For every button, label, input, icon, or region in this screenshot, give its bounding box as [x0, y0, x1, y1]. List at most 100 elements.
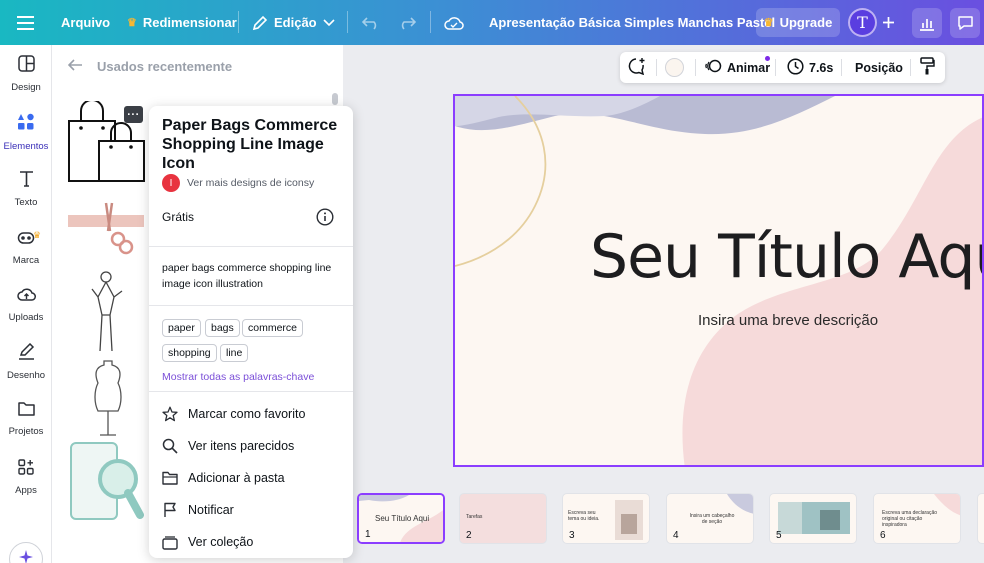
keyword-tag[interactable]: line	[220, 344, 249, 362]
page-thumbnail-1[interactable]: Seu Título Aqui 1	[357, 493, 445, 544]
nav-item-design[interactable]: Design	[0, 48, 52, 100]
layout-icon	[17, 55, 35, 77]
nav-item-brand[interactable]: Marca	[0, 221, 52, 273]
page-thumbnail-5[interactable]: 5	[769, 493, 857, 544]
view-collection-menu-item[interactable]: Ver coleção	[162, 531, 253, 553]
favorite-menu-item[interactable]: Marcar como favorito	[162, 403, 305, 425]
position-label: Posição	[855, 60, 903, 75]
panel-header-label: Usados recentemente	[97, 59, 233, 74]
sparkle-icon	[18, 549, 34, 563]
pencil-icon	[252, 15, 268, 31]
nav-label: Design	[11, 82, 41, 93]
plus-icon	[882, 16, 895, 29]
slide-canvas[interactable]: Seu Título Aqui Insira uma breve descriç…	[453, 94, 984, 467]
author-avatar: I	[162, 174, 180, 192]
edit-mode-button[interactable]: Edição	[252, 0, 335, 45]
position-button[interactable]: Posição	[855, 52, 903, 83]
similar-items-menu-item[interactable]: Ver itens parecidos	[162, 435, 294, 457]
element-info-popup: Paper Bags Commerce Shopping Line Image …	[149, 106, 353, 558]
mannequin-thumbnail[interactable]	[88, 359, 128, 437]
edit-mode-label: Edição	[274, 15, 317, 30]
folder-icon	[162, 470, 178, 486]
new-feature-dot	[765, 56, 770, 61]
chevron-down-icon	[323, 18, 335, 27]
magic-button[interactable]	[9, 542, 43, 563]
page-thumbnail-7[interactable]	[977, 493, 984, 544]
thumb-title: Seu Título Aqui	[375, 514, 430, 523]
comment-add-button[interactable]	[627, 52, 646, 83]
keyword-tag[interactable]: paper	[162, 319, 201, 337]
page-number: 3	[569, 530, 575, 541]
nav-item-text[interactable]: Texto	[0, 163, 52, 215]
collection-icon	[162, 534, 178, 550]
bar-chart-icon	[919, 16, 935, 31]
page-number: 1	[365, 529, 371, 540]
page-thumbnail-2[interactable]: Tarefas 2	[459, 493, 547, 544]
page-number: 4	[673, 530, 679, 541]
comment-add-icon	[627, 57, 646, 78]
upgrade-button[interactable]: ♛ Upgrade	[756, 8, 840, 37]
page-number: 2	[466, 530, 472, 541]
favorite-label: Marcar como favorito	[188, 407, 306, 421]
resize-button[interactable]: ♛ Redimensionar	[127, 0, 237, 45]
page-thumbnail-3[interactable]: Escreva seu tema ou ideia. 3	[562, 493, 650, 544]
nav-item-draw[interactable]: Desenho	[0, 336, 52, 388]
upload-icon	[16, 286, 36, 307]
slide-subtitle[interactable]: Insira uma breve descrição	[698, 312, 878, 329]
file-menu-button[interactable]: Arquivo	[61, 0, 110, 45]
back-arrow-icon[interactable]	[67, 59, 83, 74]
show-all-keywords-link[interactable]: Mostrar todas as palavras-chave	[162, 371, 314, 383]
nav-item-elements[interactable]: Elementos	[0, 106, 52, 158]
author-link[interactable]: I Ver mais designs de iconsy	[162, 174, 314, 192]
element-title: Paper Bags Commerce Shopping Line Image …	[162, 117, 338, 172]
animate-button[interactable]: Animar	[705, 52, 770, 83]
keyword-tag[interactable]: shopping	[162, 344, 217, 362]
page-thumbnail-6[interactable]: Escreva uma declaração original ou citaç…	[873, 493, 961, 544]
left-nav: Design Elementos Texto Marca ♛ Uploads D…	[0, 45, 52, 563]
nav-item-apps[interactable]: Apps	[0, 451, 52, 503]
thumb-title: Escreva seu tema ou ideia.	[568, 510, 600, 522]
thumb-title: Escreva uma declaração original ou citaç…	[882, 510, 938, 528]
phone-search-thumbnail[interactable]	[68, 441, 148, 523]
view-collection-label: Ver coleção	[188, 535, 254, 549]
divider	[910, 59, 911, 76]
share-add-button[interactable]	[882, 0, 895, 45]
divider	[656, 59, 657, 76]
menu-button[interactable]	[17, 0, 34, 45]
avatar[interactable]: T	[848, 8, 877, 37]
nav-item-projects[interactable]: Projetos	[0, 393, 52, 445]
report-menu-item[interactable]: Notificar	[162, 499, 234, 521]
redo-icon	[398, 16, 416, 30]
avatar-letter: T	[857, 13, 868, 32]
add-to-folder-menu-item[interactable]: Adicionar à pasta	[162, 467, 285, 489]
undo-button[interactable]	[362, 0, 380, 45]
info-icon[interactable]	[316, 208, 334, 231]
more-options-button[interactable]: ···	[124, 106, 143, 123]
insights-button[interactable]	[912, 8, 942, 38]
apps-icon	[18, 458, 34, 480]
nav-label: Projetos	[8, 426, 44, 437]
keyword-tag[interactable]: bags	[205, 319, 240, 337]
fashion-figure-thumbnail[interactable]	[82, 269, 130, 353]
scrollbar[interactable]	[332, 93, 338, 105]
author-link-label: Ver mais designs de iconsy	[187, 177, 315, 189]
nav-item-uploads[interactable]: Uploads	[0, 278, 52, 330]
nav-label: Texto	[14, 197, 38, 208]
similar-items-label: Ver itens parecidos	[188, 439, 295, 453]
background-color-swatch[interactable]	[665, 58, 684, 77]
redo-button[interactable]	[398, 0, 416, 45]
upgrade-label: Upgrade	[779, 15, 833, 30]
keyword-tag[interactable]: commerce	[242, 319, 304, 337]
slide-title[interactable]: Seu Título Aqui	[590, 222, 982, 292]
cloud-save-button[interactable]	[444, 0, 464, 45]
page-thumbnail-4[interactable]: Insira um cabeçalho de seção 4	[666, 493, 754, 544]
document-title[interactable]: Apresentação Básica Simples Manchas Past…	[489, 0, 775, 45]
comments-button[interactable]	[950, 8, 980, 38]
star-icon	[162, 406, 178, 422]
more-options-label: ···	[127, 108, 140, 121]
copy-style-button[interactable]	[920, 52, 935, 83]
duration-button[interactable]: 7.6s	[787, 52, 833, 83]
folder-icon	[17, 401, 35, 421]
ribbon-scissors-thumbnail[interactable]	[66, 195, 146, 259]
divider	[841, 59, 842, 76]
